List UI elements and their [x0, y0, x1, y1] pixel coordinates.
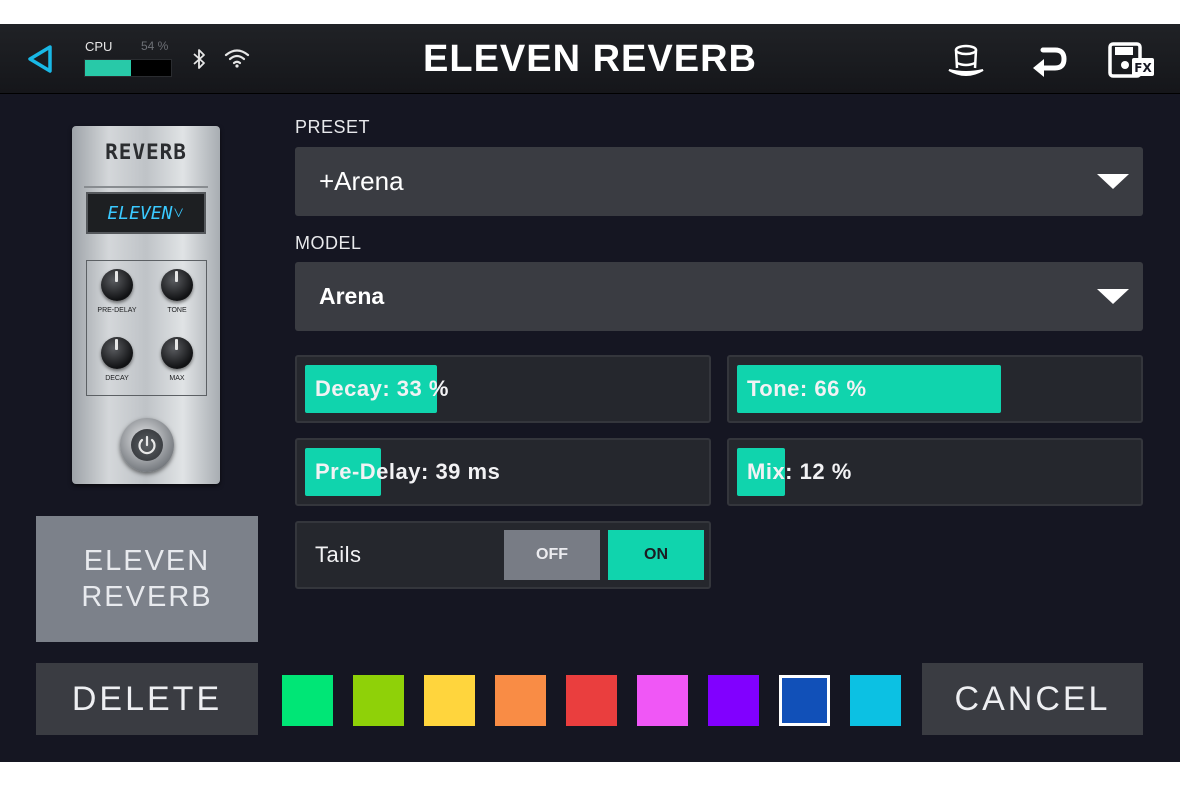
pedal-name: REVERB	[105, 140, 187, 164]
mix-value: Mix: 12 %	[747, 459, 852, 484]
mix-slider[interactable]: Mix: 12 %	[727, 438, 1143, 506]
wifi-icon	[224, 49, 250, 68]
cpu-meter	[84, 59, 172, 77]
top-hat-icon[interactable]	[946, 42, 986, 82]
color-swatch-orange[interactable]	[495, 675, 546, 726]
knob-label: PRE-DELAY	[97, 307, 137, 314]
knob-pre-delay: PRE-DELAY	[87, 261, 147, 326]
tone-slider[interactable]: Tone: 66 %	[727, 355, 1143, 423]
pre-delay-value: Pre-Delay: 39 ms	[315, 459, 501, 484]
screen: CPU 54 % ELEVEN REVERB FX REVERB ELEVEN˅…	[0, 24, 1180, 762]
color-swatch-purple[interactable]	[708, 675, 759, 726]
model-label: MODEL	[295, 233, 362, 253]
tails-label: Tails	[315, 542, 362, 567]
tone-knob[interactable]	[161, 269, 193, 301]
decay-knob[interactable]	[101, 337, 133, 369]
block-name-button[interactable]: ELEVEN REVERB	[36, 516, 258, 642]
cancel-button[interactable]: CANCEL	[922, 663, 1143, 735]
knob-max: MAX	[147, 329, 207, 394]
pedal-divider	[84, 186, 208, 188]
back-icon[interactable]	[26, 44, 54, 74]
color-swatch-cyan[interactable]	[850, 675, 901, 726]
preset-dropdown[interactable]: +Arena	[295, 147, 1143, 216]
knob-label: TONE	[167, 307, 187, 314]
color-swatch-red[interactable]	[566, 675, 617, 726]
color-swatch-lime[interactable]	[353, 675, 404, 726]
cpu-label: CPU	[85, 39, 113, 54]
footswitch-button[interactable]	[120, 418, 174, 472]
tails-off-button[interactable]: OFF	[504, 530, 600, 580]
cpu-meter-fill	[85, 60, 132, 76]
color-swatch-yellow[interactable]	[424, 675, 475, 726]
tails-toggle: Tails OFF ON	[295, 521, 711, 589]
power-icon	[131, 429, 163, 461]
preset-value: +Arena	[319, 166, 404, 196]
knob-tone: TONE	[147, 261, 207, 326]
knob-label: MAX	[169, 375, 185, 382]
caret-down-icon	[1097, 174, 1129, 189]
max-knob[interactable]	[161, 337, 193, 369]
model-value: Arena	[319, 283, 385, 309]
color-swatch-pink[interactable]	[637, 675, 688, 726]
undo-icon[interactable]	[1029, 42, 1069, 80]
decay-value: Decay: 33 %	[315, 376, 449, 401]
bluetooth-icon	[193, 49, 205, 69]
cpu-percent: 54 %	[141, 39, 169, 53]
tails-on-button[interactable]: ON	[608, 530, 704, 580]
preset-label: PRESET	[295, 117, 371, 137]
color-swatch-blue[interactable]	[779, 675, 830, 726]
save-fx-icon[interactable]: FX	[1108, 42, 1156, 80]
pre-delay-slider[interactable]: Pre-Delay: 39 ms	[295, 438, 711, 506]
color-swatch-green[interactable]	[282, 675, 333, 726]
knob-decay: DECAY	[87, 329, 147, 394]
delete-button[interactable]: DELETE	[36, 663, 258, 735]
tone-value: Tone: 66 %	[747, 376, 867, 401]
header-bar: CPU 54 % ELEVEN REVERB FX	[0, 24, 1180, 94]
pedal-display: ELEVEN˅	[86, 192, 206, 234]
knob-label: DECAY	[105, 375, 129, 382]
decay-slider[interactable]: Decay: 33 %	[295, 355, 711, 423]
pre-delay-knob[interactable]	[101, 269, 133, 301]
caret-down-icon	[1097, 289, 1129, 304]
svg-text:FX: FX	[1134, 61, 1152, 75]
pedal-knob-panel: PRE-DELAY TONE DECAY MAX	[86, 260, 207, 396]
page-title: ELEVEN REVERB	[423, 38, 757, 80]
pedal-image: REVERB ELEVEN˅ PRE-DELAY TONE DECAY MAX	[72, 126, 220, 484]
model-dropdown[interactable]: Arena	[295, 262, 1143, 331]
